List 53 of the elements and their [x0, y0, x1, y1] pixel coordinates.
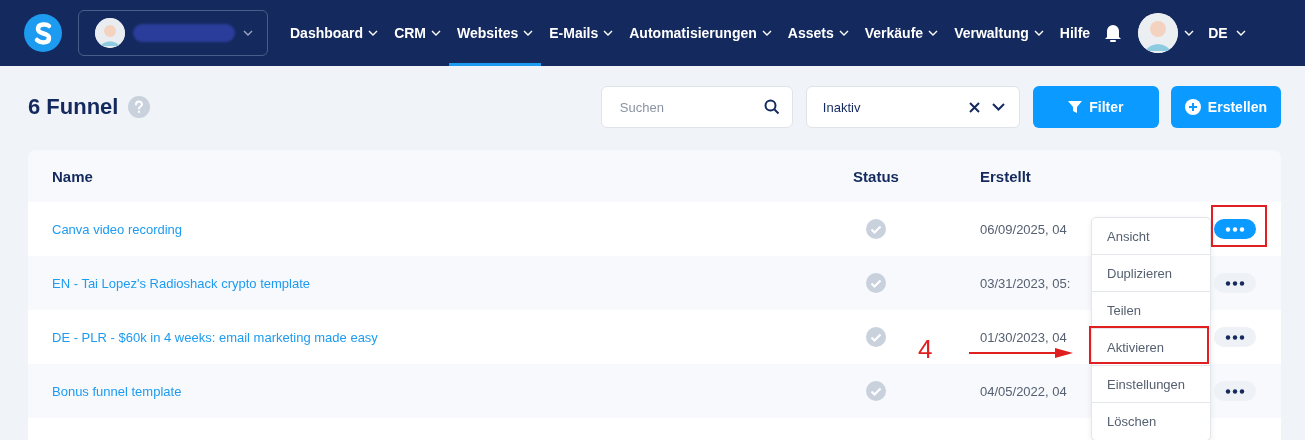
ellipsis-icon — [1225, 388, 1245, 394]
check-circle-icon — [866, 327, 886, 347]
chevron-down-icon — [1184, 30, 1195, 36]
more-options-button[interactable] — [1214, 327, 1256, 347]
nav-menu-item[interactable]: Dashboard — [282, 0, 387, 66]
notification-bell-icon[interactable] — [1104, 23, 1123, 43]
check-circle-icon — [866, 219, 886, 239]
nav-menu-item[interactable]: Automatisierungen — [621, 0, 780, 66]
status-dropdown[interactable]: Inaktiv — [805, 86, 1020, 128]
ellipsis-icon — [1225, 334, 1245, 340]
logo-icon[interactable] — [24, 14, 62, 52]
nav-menu-item[interactable]: Assets — [779, 0, 857, 66]
ellipsis-icon — [1225, 280, 1245, 286]
chevron-down-icon — [1235, 30, 1246, 36]
check-circle-icon — [866, 273, 886, 293]
search-field[interactable]: Suchen — [600, 86, 793, 128]
more-options-button[interactable] — [1214, 381, 1256, 401]
menu-item[interactable]: Duplizieren — [1092, 255, 1210, 292]
menu-item[interactable]: Einstellungen — [1092, 366, 1210, 403]
created-date: 04/05/2022, 04 — [980, 383, 1067, 399]
created-date: 03/31/2023, 05: — [980, 275, 1071, 291]
language-selector[interactable]: DE — [1208, 25, 1246, 41]
avatar-icon — [95, 18, 125, 48]
plus-circle-icon — [1184, 99, 1201, 115]
nav-menu-item[interactable]: E-Mails — [541, 0, 622, 66]
nav-menu-item[interactable]: Hilfe — [1051, 0, 1099, 66]
chevron-down-icon — [991, 103, 1005, 111]
nav-menu-item[interactable]: Verkäufe — [856, 0, 947, 66]
page-title: 6 Funnel — [28, 94, 119, 120]
check-circle-icon — [866, 381, 886, 401]
annotation-number: 4 — [918, 334, 933, 365]
created-date: 06/09/2025, 04 — [980, 221, 1067, 237]
chevron-down-icon — [243, 30, 253, 36]
menu-item[interactable]: Löschen — [1092, 403, 1210, 440]
user-avatar-icon[interactable] — [1138, 13, 1179, 53]
nav-menu-item[interactable]: Verwaltung — [946, 0, 1052, 66]
clear-icon[interactable] — [968, 101, 980, 113]
menu-item[interactable]: Ansicht — [1092, 218, 1210, 255]
menu-item[interactable]: Teilen — [1092, 292, 1210, 329]
ellipsis-icon — [1225, 226, 1245, 232]
nav-menu-item[interactable]: Websites — [449, 0, 542, 66]
menu-item[interactable]: Aktivieren — [1092, 329, 1210, 366]
column-header: Status — [852, 167, 900, 185]
funnel-icon — [1068, 100, 1083, 114]
search-icon — [763, 99, 780, 115]
search-field[interactable]: Suchen — [617, 91, 764, 123]
more-options-button[interactable] — [1214, 273, 1256, 293]
highlight-frame — [1211, 205, 1267, 247]
column-header: Erstellt — [980, 167, 1032, 185]
nav-menu-item[interactable]: CRM — [386, 0, 449, 66]
column-header: Name — [52, 167, 94, 185]
created-date: 01/30/2023, 04 — [980, 329, 1067, 345]
account-switcher[interactable] — [78, 10, 268, 56]
